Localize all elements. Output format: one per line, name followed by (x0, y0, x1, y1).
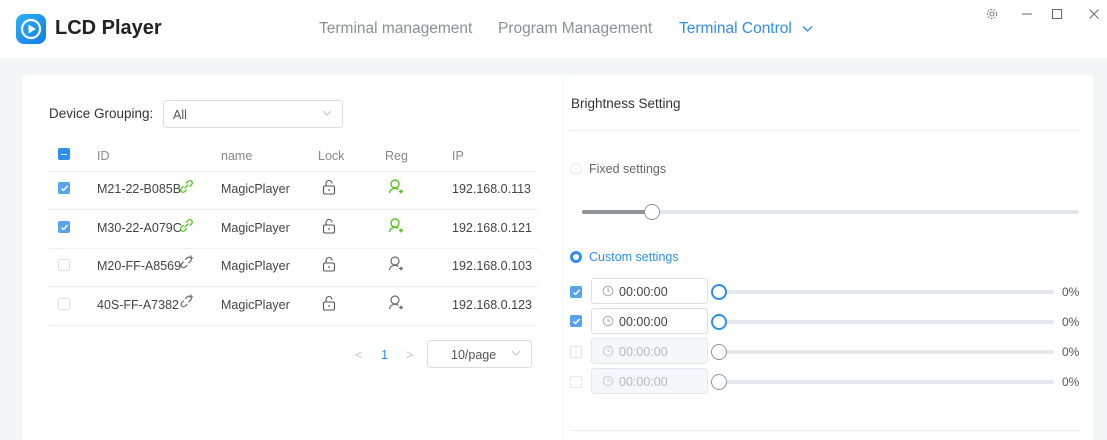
link-broken-icon (180, 294, 194, 308)
settings-icon[interactable] (982, 6, 1002, 26)
schedule-brightness-slider[interactable] (720, 290, 1054, 294)
device-ip: 192.168.0.113 (452, 182, 532, 196)
user-registered-icon[interactable] (388, 178, 404, 195)
schedule-time-value: 00:00:00 (619, 315, 668, 329)
nav-terminal-control-label: Terminal Control (679, 20, 792, 37)
maximize-icon[interactable] (1047, 6, 1067, 26)
schedule-brightness-knob[interactable] (711, 314, 727, 330)
select-all-checkbox[interactable] (58, 148, 70, 160)
clock-icon (602, 285, 614, 297)
schedule-time-input[interactable]: 00:00:00 (591, 278, 708, 304)
device-name: MagicPlayer (221, 298, 290, 312)
schedule-checkbox[interactable] (570, 286, 582, 298)
schedule-brightness-slider[interactable] (720, 320, 1054, 324)
brightness-setting-title: Brightness Setting (571, 96, 681, 111)
unlock-icon[interactable] (322, 179, 336, 195)
link-connected-icon (180, 219, 193, 232)
custom-settings-label: Custom settings (589, 250, 679, 264)
pager-page-number[interactable]: 1 (381, 347, 388, 362)
nav-terminal-management[interactable]: Terminal management (319, 20, 472, 38)
device-id: M20-FF-A8569 (97, 259, 182, 273)
fixed-brightness-knob[interactable] (643, 204, 660, 220)
close-icon[interactable] (1084, 6, 1104, 26)
page-size-value: 10/page (451, 348, 497, 362)
fixed-settings-radio[interactable] (570, 163, 582, 175)
divider (49, 325, 538, 326)
clock-icon (602, 315, 614, 327)
row-checkbox[interactable] (58, 298, 70, 310)
clock-icon (602, 375, 614, 387)
chevron-down-icon (511, 350, 521, 356)
schedule-checkbox[interactable] (570, 315, 582, 327)
schedule-time-input[interactable]: 00:00:00 (591, 368, 708, 394)
column-header-ip: IP (452, 149, 464, 163)
schedule-checkbox[interactable] (570, 346, 582, 358)
schedule-time-input[interactable]: 00:00:00 (591, 338, 708, 364)
schedule-time-value: 00:00:00 (619, 345, 668, 359)
row-checkbox[interactable] (58, 259, 70, 271)
custom-settings-radio[interactable] (570, 251, 582, 263)
unlock-icon[interactable] (322, 295, 336, 311)
schedule-brightness-percent: 0% (1062, 375, 1080, 389)
divider (570, 130, 1080, 131)
minimize-icon[interactable] (1017, 6, 1037, 26)
schedule-brightness-percent: 0% (1062, 345, 1080, 359)
device-ip: 192.168.0.123 (452, 298, 532, 312)
device-id: M21-22-B085B (97, 182, 182, 196)
row-checkbox[interactable] (58, 221, 70, 233)
divider (49, 286, 538, 287)
schedule-time-input[interactable]: 00:00:00 (591, 308, 708, 334)
nav-program-management[interactable]: Program Management (498, 20, 652, 38)
link-connected-icon (180, 180, 193, 193)
device-name: MagicPlayer (221, 221, 290, 235)
schedule-brightness-percent: 0% (1062, 285, 1080, 299)
user-unregistered-icon[interactable] (388, 294, 404, 311)
schedule-time-value: 00:00:00 (619, 285, 668, 299)
schedule-checkbox[interactable] (570, 376, 582, 388)
column-header-lock: Lock (318, 149, 345, 163)
divider (49, 209, 538, 210)
title-bar: LCD Player Terminal management Program M… (0, 0, 1107, 58)
column-header-name: name (221, 149, 253, 163)
schedule-time-value: 00:00:00 (619, 375, 668, 389)
device-name: MagicPlayer (221, 182, 290, 196)
schedule-brightness-percent: 0% (1062, 315, 1080, 329)
device-id: M30-22-A079C (97, 221, 182, 235)
schedule-brightness-knob[interactable] (711, 374, 727, 390)
column-header-id: ID (97, 149, 110, 163)
device-grouping-value: All (173, 108, 187, 122)
fixed-brightness-fill (582, 210, 652, 214)
column-header-reg: Reg (385, 149, 408, 163)
unlock-icon[interactable] (322, 218, 336, 234)
schedule-brightness-slider[interactable] (720, 380, 1054, 384)
schedule-brightness-knob[interactable] (711, 284, 727, 300)
chevron-down-icon (802, 25, 813, 32)
chevron-down-icon (322, 110, 332, 116)
nav-terminal-control[interactable]: Terminal Control (679, 20, 813, 38)
device-grouping-select[interactable]: All (163, 100, 343, 128)
device-list-panel (22, 75, 562, 440)
divider (49, 248, 538, 249)
pager-next-button[interactable]: > (406, 347, 414, 362)
unlock-icon[interactable] (322, 256, 336, 272)
device-ip: 192.168.0.121 (452, 221, 532, 235)
device-grouping-label: Device Grouping: (49, 106, 154, 121)
divider (570, 430, 1080, 431)
app-logo-icon (16, 14, 46, 44)
page-size-select[interactable]: 10/page (427, 340, 532, 368)
user-unregistered-icon[interactable] (388, 255, 404, 272)
link-broken-icon (180, 255, 194, 269)
device-id: 40S-FF-A7382 (97, 298, 179, 312)
device-ip: 192.168.0.103 (452, 259, 532, 273)
fixed-settings-label: Fixed settings (589, 162, 667, 176)
divider (49, 171, 538, 172)
schedule-brightness-slider[interactable] (720, 350, 1054, 354)
device-name: MagicPlayer (221, 259, 290, 273)
pager-prev-button[interactable]: < (355, 347, 363, 362)
user-registered-icon[interactable] (388, 217, 404, 234)
schedule-brightness-knob[interactable] (711, 344, 727, 360)
row-checkbox[interactable] (58, 182, 70, 194)
app-title: LCD Player (55, 17, 162, 39)
clock-icon (602, 345, 614, 357)
